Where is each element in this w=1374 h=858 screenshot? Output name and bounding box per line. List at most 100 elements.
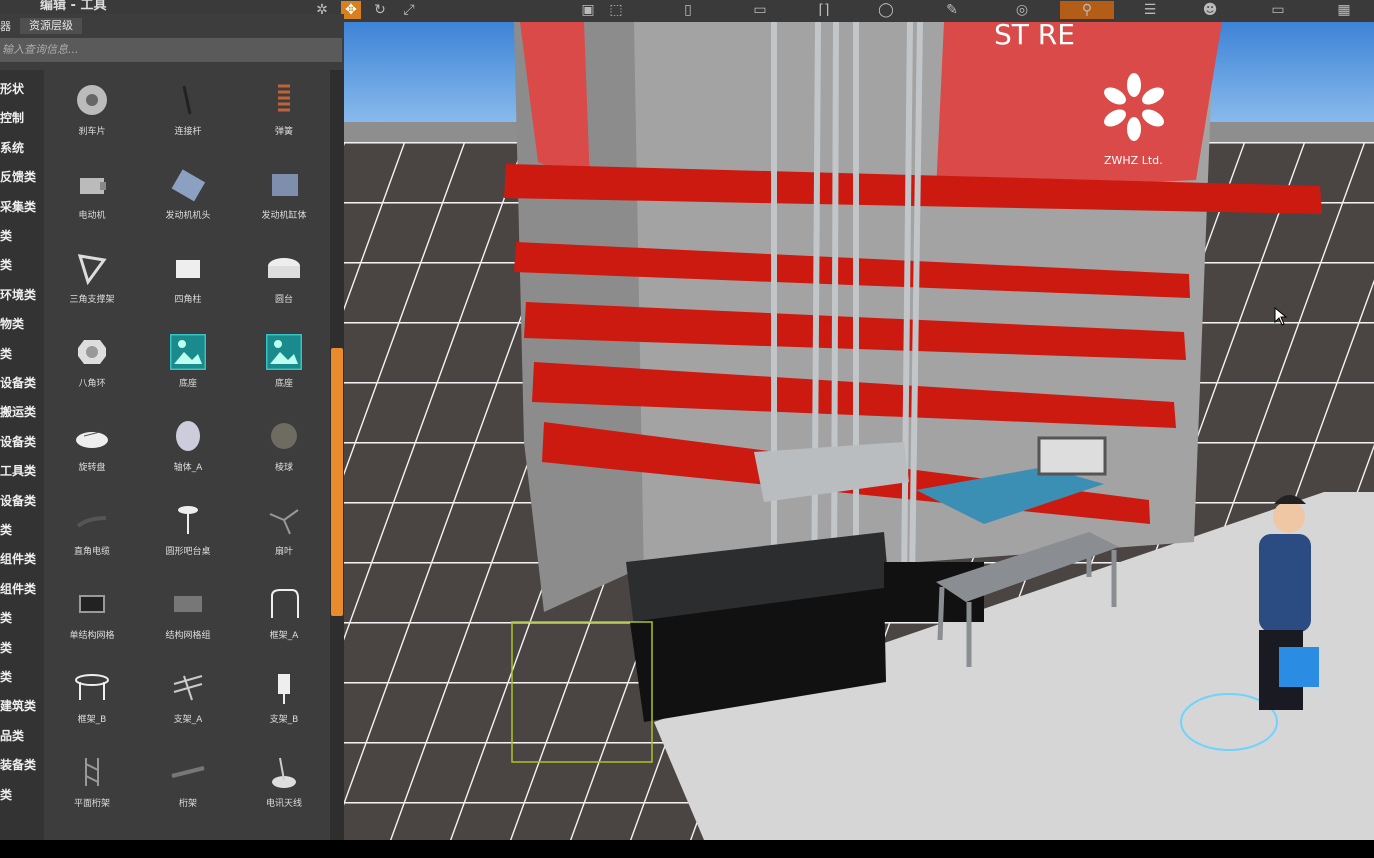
asset-item[interactable]: 棱球 <box>236 406 332 490</box>
move-tool-button[interactable]: ✥ <box>341 1 361 19</box>
search-tool-icon[interactable]: ⚲ <box>1060 1 1114 19</box>
window-icon[interactable]: ▭ <box>1268 1 1288 19</box>
asset-item[interactable]: 连接杆 <box>140 70 236 154</box>
asset-item[interactable]: 四角柱 <box>140 238 236 322</box>
asset-item[interactable]: 圆形吧台桌 <box>140 490 236 574</box>
category-item[interactable]: 装备类 <box>0 756 36 773</box>
asset-item[interactable]: 框架_B <box>44 658 140 742</box>
category-item[interactable]: 建筑类 <box>0 697 36 714</box>
asset-item[interactable]: 支架_A <box>140 658 236 742</box>
category-item[interactable]: 设备类 <box>0 492 36 509</box>
asset-item[interactable]: 直角电缆 <box>44 490 140 574</box>
frame-icon[interactable]: ▭ <box>750 1 770 19</box>
asset-item[interactable]: 八角环 <box>44 322 140 406</box>
category-item[interactable]: 类 <box>0 639 12 656</box>
category-item[interactable]: 形状 <box>0 80 24 97</box>
asset-item[interactable]: 发动机缸体 <box>236 154 332 238</box>
asset-label: 八角环 <box>78 379 106 389</box>
asset-item[interactable]: 轴体_A <box>140 406 236 490</box>
logo-text: ZWHZ Ltd. <box>1104 154 1163 167</box>
disc-icon <box>74 82 110 118</box>
list-icon[interactable]: ☰ <box>1140 1 1160 19</box>
3d-viewport[interactable]: ST RE ZWHZ Ltd. <box>344 22 1374 840</box>
pen-icon[interactable]: ✎ <box>942 1 962 19</box>
category-item[interactable]: 类 <box>0 786 12 803</box>
asset-label: 连接杆 <box>174 127 202 137</box>
rotate-tool-button[interactable]: ↻ <box>370 1 390 19</box>
category-item[interactable]: 类 <box>0 256 12 273</box>
document-icon[interactable]: ▯ <box>678 1 698 19</box>
asset-item[interactable]: 底座 <box>236 322 332 406</box>
category-item[interactable]: 搬运类 <box>0 403 36 420</box>
asset-item[interactable]: 扇叶 <box>236 490 332 574</box>
select-icon[interactable]: ⬚ <box>606 1 626 19</box>
bracket-b-icon <box>266 670 302 706</box>
asset-item[interactable]: 旋转盘 <box>44 406 140 490</box>
user-icon[interactable]: ☻ <box>1200 1 1220 19</box>
asset-item[interactable]: 结构网格组 <box>140 574 236 658</box>
tab-resource-hierarchy[interactable]: 资源层级 <box>20 18 82 34</box>
save-icon[interactable]: ▣ <box>578 1 598 19</box>
layer-icon[interactable]: ◎ <box>1012 1 1032 19</box>
asset-item[interactable]: 弹簧 <box>236 70 332 154</box>
engine-head-icon <box>170 166 206 202</box>
square-pillar-icon <box>170 250 206 286</box>
asset-item[interactable]: 平面桁架 <box>44 742 140 826</box>
tab-prefix[interactable]: 器 <box>0 18 18 34</box>
asset-item[interactable]: 刹车片 <box>44 70 140 154</box>
asset-label: 三角支撑架 <box>69 295 115 305</box>
grid-view-icon[interactable]: ▦ <box>1334 1 1354 19</box>
asset-item[interactable]: 底座 <box>140 322 236 406</box>
category-item[interactable]: 反馈类 <box>0 168 36 185</box>
frame-b-icon <box>74 670 110 706</box>
category-item[interactable]: 环境类 <box>0 286 36 303</box>
sphere-icon <box>266 418 302 454</box>
circle-icon[interactable]: ◯ <box>876 1 896 19</box>
search-input[interactable]: 输入查询信息... <box>0 38 342 62</box>
asset-item[interactable]: 三角支撑架 <box>44 238 140 322</box>
scale-tool-button[interactable]: ⤢ <box>399 1 419 19</box>
category-item[interactable]: 控制 <box>0 109 24 126</box>
category-item[interactable]: 物类 <box>0 315 24 332</box>
asset-label: 发动机机头 <box>165 211 211 221</box>
asset-label: 桁架 <box>178 799 197 809</box>
bar-table-icon <box>170 502 206 538</box>
store-sign-text: ST RE <box>994 22 1075 51</box>
asset-label: 扇叶 <box>274 547 293 557</box>
asset-item[interactable]: 电动机 <box>44 154 140 238</box>
asset-item[interactable]: 圆台 <box>236 238 332 322</box>
category-item[interactable]: 系统 <box>0 139 24 156</box>
asset-item[interactable]: 发动机机头 <box>140 154 236 238</box>
antenna-icon <box>266 754 302 790</box>
category-item[interactable]: 工具类 <box>0 462 36 479</box>
category-item[interactable]: 设备类 <box>0 374 36 391</box>
asset-item[interactable]: 电讯天线 <box>236 742 332 826</box>
category-item[interactable]: 品类 <box>0 727 24 744</box>
asset-item[interactable]: 框架_A <box>236 574 332 658</box>
scene-render: ST RE ZWHZ Ltd. <box>344 22 1374 840</box>
asset-label: 轴体_A <box>173 463 203 473</box>
asset-label: 框架_A <box>269 631 299 641</box>
category-item[interactable]: 组件类 <box>0 550 36 567</box>
category-item[interactable]: 类 <box>0 668 12 685</box>
asset-label: 框架_B <box>77 715 107 725</box>
asset-item[interactable]: 支架_B <box>236 658 332 742</box>
asset-item[interactable]: 桁架 <box>140 742 236 826</box>
category-item[interactable]: 类 <box>0 609 12 626</box>
category-item[interactable]: 设备类 <box>0 433 36 450</box>
asset-item[interactable]: 单结构网格 <box>44 574 140 658</box>
fan-blade-icon <box>266 502 302 538</box>
asset-label: 结构网格组 <box>165 631 211 641</box>
category-item[interactable]: 组件类 <box>0 580 36 597</box>
category-item[interactable]: 类 <box>0 227 12 244</box>
category-item[interactable]: 类 <box>0 345 12 362</box>
asset-label: 电讯天线 <box>265 799 302 809</box>
grid-group-icon <box>170 586 206 622</box>
right-sign <box>936 22 1222 192</box>
asset-label: 发动机缸体 <box>261 211 307 221</box>
scrollbar-thumb[interactable] <box>331 348 343 616</box>
bracket-icon[interactable]: ⌈⌉ <box>814 1 834 19</box>
category-item[interactable]: 采集类 <box>0 198 36 215</box>
category-item[interactable]: 类 <box>0 521 12 538</box>
asset-label: 电动机 <box>78 211 106 221</box>
